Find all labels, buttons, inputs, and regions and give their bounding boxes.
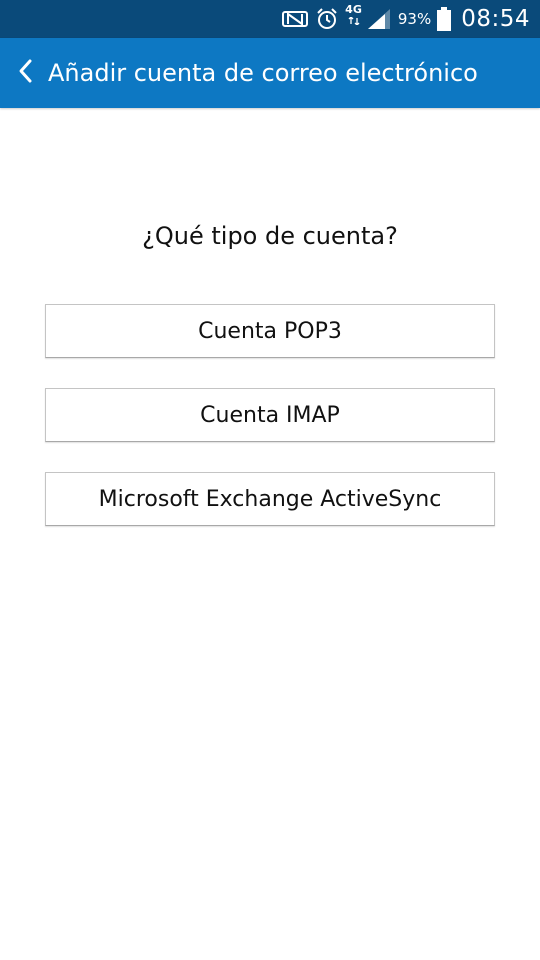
exchange-activesync-label: Microsoft Exchange ActiveSync — [98, 486, 442, 512]
battery-percentage: 93% — [397, 10, 432, 28]
chevron-left-icon — [17, 58, 33, 88]
imap-account-label: Cuenta IMAP — [200, 402, 340, 428]
pop3-account-label: Cuenta POP3 — [198, 318, 342, 344]
alarm-icon — [315, 7, 339, 31]
back-button[interactable] — [6, 38, 44, 108]
status-icons: 4G 93% 08:54 — [281, 0, 530, 38]
account-type-question: ¿Qué tipo de cuenta? — [142, 222, 398, 250]
page-title: Añadir cuenta de correo electrónico — [48, 59, 478, 87]
clock: 08:54 — [461, 6, 530, 32]
battery-icon — [437, 7, 452, 31]
signal-icon — [367, 9, 390, 29]
imap-account-button[interactable]: Cuenta IMAP — [45, 388, 495, 442]
action-bar: Añadir cuenta de correo electrónico — [0, 38, 540, 108]
status-bar: 4G 93% 08:54 — [0, 0, 540, 38]
pop3-account-button[interactable]: Cuenta POP3 — [45, 304, 495, 358]
exchange-activesync-button[interactable]: Microsoft Exchange ActiveSync — [45, 472, 495, 526]
network-4g-icon: 4G — [345, 4, 362, 29]
nfc-icon — [281, 9, 309, 29]
